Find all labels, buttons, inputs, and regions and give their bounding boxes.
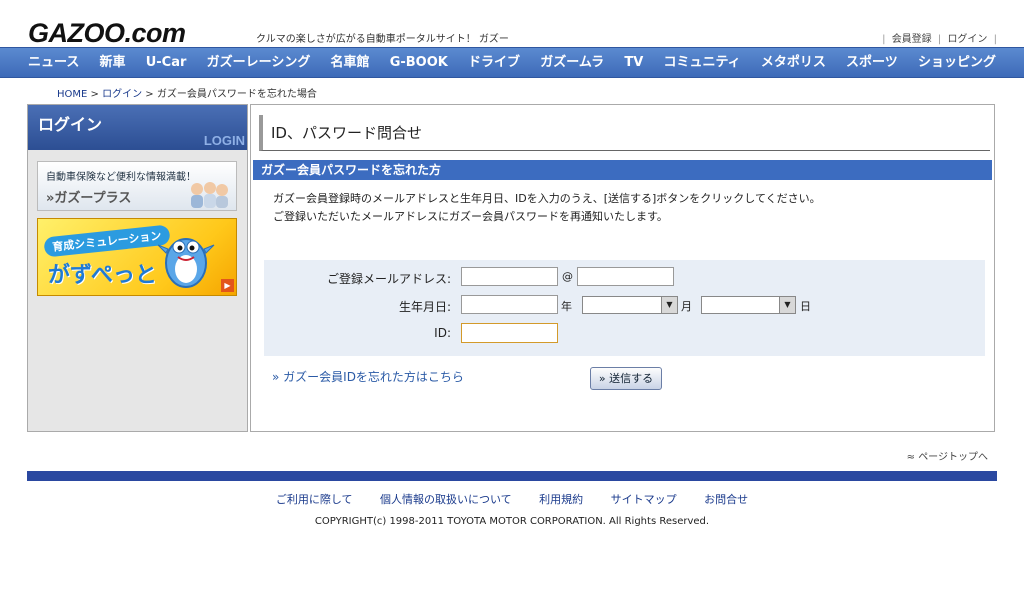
- email-label: ご登録メールアドレス:: [326, 272, 451, 286]
- site-tagline: クルマの楽しさが広がる自動車ポータルサイト！ ガズー: [256, 34, 509, 45]
- email-local-input[interactable]: [461, 267, 558, 286]
- triangle-right-icon: ▶: [221, 279, 234, 292]
- nav-item-shopping[interactable]: ショッピング: [918, 48, 996, 77]
- footer-rules-link[interactable]: 利用規約: [539, 493, 583, 506]
- birth-year-input[interactable]: [461, 295, 558, 314]
- gazoo-logo[interactable]: GAZOO.com: [28, 18, 186, 48]
- footer-bar: [27, 471, 997, 481]
- mascot-icon: [157, 238, 215, 288]
- gazoo-plus-banner-text: 自動車保険など便利な情報満載！: [46, 172, 196, 183]
- breadcrumb-login[interactable]: ログイン: [102, 89, 142, 100]
- login-link[interactable]: ログイン: [947, 34, 987, 45]
- footer-privacy-link[interactable]: 個人情報の取扱いについて: [380, 493, 512, 506]
- birthdate-row: 生年月日: 年 ▼ 月 ▼ 日: [264, 295, 985, 317]
- email-domain-input[interactable]: [577, 267, 674, 286]
- nav-item-classic-cars[interactable]: 名車館: [331, 48, 370, 77]
- instructions-line-2: ご登録いただいたメールアドレスにガズー会員パスワードを再通知いたします。: [273, 210, 668, 223]
- birth-month-select[interactable]: ▼: [582, 296, 678, 314]
- people-icon: [191, 182, 228, 208]
- nav-item-gazoo-racing[interactable]: ガズーレーシング: [207, 48, 311, 77]
- nav-item-drive[interactable]: ドライブ: [468, 48, 520, 77]
- footer-links: ご利用に際して 個人情報の取扱いについて 利用規約 サイトマップ お問合せ: [0, 491, 1024, 507]
- gazupet-name: がずぺっと: [48, 263, 157, 288]
- top-links: | 会員登録 | ログイン |: [882, 34, 997, 45]
- nav-item-tv[interactable]: TV: [624, 48, 643, 77]
- forgot-id-link[interactable]: » ガズー会員IDを忘れた方はこちら: [272, 368, 464, 385]
- sidebar-title-text: ログイン: [38, 115, 103, 134]
- birth-day-select[interactable]: ▼: [701, 296, 796, 314]
- breadcrumb-current: ガズー会員パスワードを忘れた場合: [156, 89, 317, 100]
- sidebar-title: ログイン LOGIN: [28, 105, 247, 150]
- at-symbol: @: [562, 270, 573, 283]
- footer-contact-link[interactable]: お問合せ: [704, 493, 748, 506]
- instructions-line-1: ガズー会員登録時のメールアドレスと生年月日、IDを入力のうえ、[送信する]ボタン…: [273, 192, 821, 205]
- sidebar-title-en: LOGIN: [203, 133, 245, 148]
- global-nav: ニュース 新車 U-Car ガズーレーシング 名車館 G-BOOK ドライブ ガ…: [0, 47, 1024, 78]
- nav-item-ucar[interactable]: U-Car: [146, 48, 187, 77]
- triangle-down-icon: ▼: [779, 297, 795, 313]
- gazupet-banner[interactable]: 育成シミュレーション がずぺっと ▶: [37, 218, 237, 296]
- gazoo-plus-banner[interactable]: 自動車保険など便利な情報満載！ »ガズープラス: [37, 161, 237, 211]
- page-title: ID、パスワード問合せ: [259, 115, 990, 151]
- footer-sitemap-link[interactable]: サイトマップ: [611, 493, 677, 506]
- month-unit: 月: [681, 300, 692, 313]
- double-chevron-up-icon: ≈: [906, 452, 915, 463]
- nav-item-gazoomura[interactable]: ガズームラ: [540, 48, 604, 77]
- id-label: ID:: [434, 326, 451, 340]
- day-unit: 日: [800, 300, 811, 313]
- nav-item-new-car[interactable]: 新車: [100, 48, 126, 77]
- breadcrumb: HOME > ログイン > ガズー会員パスワードを忘れた場合: [57, 89, 317, 100]
- id-input[interactable]: [461, 323, 558, 343]
- section-title: ガズー会員パスワードを忘れた方: [253, 160, 992, 180]
- id-row: ID:: [264, 323, 985, 345]
- gazupet-tag: 育成シミュレーション: [43, 224, 171, 258]
- breadcrumb-home[interactable]: HOME: [57, 89, 87, 100]
- gazoo-plus-banner-title: »ガズープラス: [46, 191, 132, 206]
- register-link[interactable]: 会員登録: [892, 34, 932, 45]
- nav-item-community[interactable]: コミュニティ: [663, 48, 740, 77]
- nav-item-metapolis[interactable]: メタポリス: [761, 48, 826, 77]
- reset-form: ご登録メールアドレス: @ 生年月日: 年 ▼ 月 ▼ 日 ID:: [264, 260, 985, 356]
- footer-terms-of-use-link[interactable]: ご利用に際して: [276, 493, 353, 506]
- birthdate-label: 生年月日:: [398, 300, 451, 314]
- email-row: ご登録メールアドレス: @: [264, 267, 985, 289]
- nav-item-sports[interactable]: スポーツ: [846, 48, 898, 77]
- nav-item-news[interactable]: ニュース: [28, 48, 79, 77]
- year-unit: 年: [561, 300, 572, 313]
- nav-item-gbook[interactable]: G-BOOK: [390, 48, 448, 77]
- main-panel: ID、パスワード問合せ ガズー会員パスワードを忘れた方 ガズー会員登録時のメール…: [250, 104, 995, 432]
- page-top-link[interactable]: ≈ ページトップへ: [907, 448, 988, 463]
- triangle-down-icon: ▼: [661, 297, 677, 313]
- sidebar: ログイン LOGIN 自動車保険など便利な情報満載！ »ガズープラス 育成シミュ…: [27, 104, 248, 432]
- instructions: ガズー会員登録時のメールアドレスと生年月日、IDを入力のうえ、[送信する]ボタン…: [273, 190, 821, 226]
- copyright: COPYRIGHT(c) 1998-2011 TOYOTA MOTOR CORP…: [314, 516, 710, 527]
- submit-button[interactable]: » 送信する: [590, 367, 662, 390]
